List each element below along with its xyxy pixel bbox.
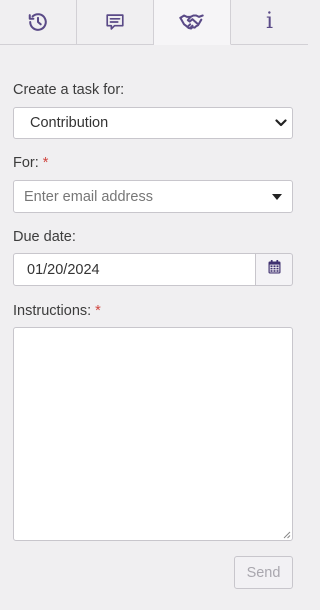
tab-bar: i: [0, 0, 308, 45]
due-date-input[interactable]: 01/20/2024: [13, 253, 256, 286]
task-for-value: Contribution: [30, 115, 109, 131]
tab-info[interactable]: i: [231, 0, 308, 45]
due-date-label: Due date:: [13, 229, 76, 245]
info-icon: i: [265, 9, 274, 34]
due-date-group: 01/20/2024: [13, 253, 293, 286]
comment-icon: [104, 11, 126, 33]
handshake-icon: [179, 12, 205, 32]
task-for-label: Create a task for:: [13, 82, 125, 98]
for-label-text: For:: [13, 155, 39, 171]
tab-comments[interactable]: [77, 0, 154, 45]
dropdown-caret-icon[interactable]: [272, 193, 282, 200]
instructions-label-text: Instructions:: [13, 303, 92, 319]
required-mark: *: [42, 155, 49, 171]
calendar-icon: [268, 260, 281, 279]
tab-tasks[interactable]: [154, 0, 231, 45]
email-field[interactable]: [14, 187, 272, 206]
calendar-button[interactable]: [256, 253, 293, 286]
send-button[interactable]: Send: [234, 556, 293, 589]
for-label: For: *: [13, 155, 48, 171]
instructions-label: Instructions: *: [13, 303, 101, 319]
resize-grip-icon[interactable]: [282, 530, 291, 539]
email-combobox[interactable]: [13, 180, 293, 213]
tab-history[interactable]: [0, 0, 77, 45]
required-mark: *: [95, 303, 101, 319]
history-icon: [27, 11, 49, 33]
instructions-textarea[interactable]: [13, 327, 293, 541]
task-for-select[interactable]: Contribution: [13, 107, 293, 139]
chevron-down-icon: [270, 119, 292, 127]
